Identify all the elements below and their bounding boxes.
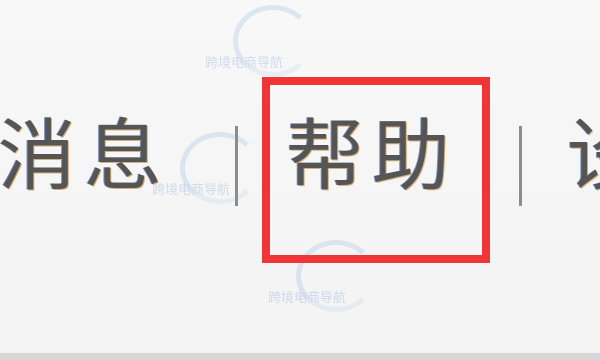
nav-separator	[519, 126, 522, 206]
watermark-logo: 跨境电商导航	[205, 5, 315, 77]
nav-link-messages[interactable]: 消息	[0, 118, 170, 196]
nav-separator	[235, 126, 238, 206]
nav-link-settings-partial[interactable]: 设	[567, 118, 600, 196]
nav-link-help[interactable]: 帮助	[286, 118, 458, 196]
watermark-text: 跨境电商导航	[268, 291, 347, 306]
bottom-divider	[0, 353, 600, 360]
watermark-logo: 跨境电商导航	[268, 240, 378, 312]
watermark-text: 跨境电商导航	[205, 56, 284, 71]
top-nav-bar: 跨境电商导航 跨境电商导航 跨境电商导航 消息 帮助 设	[0, 0, 600, 360]
